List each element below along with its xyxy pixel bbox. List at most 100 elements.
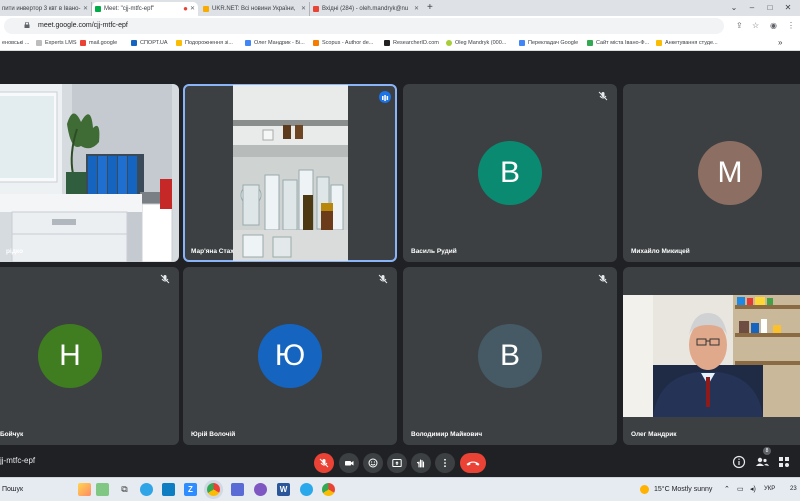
minimize-button[interactable]: – [742,0,762,16]
close-tab-icon[interactable]: ✕ [83,2,88,16]
bookmark-item[interactable]: mail.google [80,36,117,50]
telegram-icon[interactable] [300,483,313,496]
weather-sun-icon [640,485,649,494]
participant-tile[interactable]: Ю Юрій Волочій [183,267,397,445]
present-button[interactable] [387,453,407,473]
viber-icon[interactable] [254,483,267,496]
activities-icon[interactable] [776,454,792,470]
reactions-button[interactable] [363,453,383,473]
edge-icon[interactable] [140,483,153,496]
close-window-button[interactable]: ✕ [778,0,798,16]
researcherid-icon [384,40,390,46]
tab-search-icon[interactable]: ⌄ [724,0,744,16]
taskbar-search[interactable]: Пошук [2,478,23,501]
close-tab-icon[interactable]: ✕ [301,2,306,16]
avatar: М [698,141,762,205]
participant-name: Бойчук [0,431,24,438]
bookmark-label: Сайт міста Івано-Ф... [596,40,650,46]
menu-icon[interactable]: ⋮ [787,19,795,33]
tab-meet[interactable]: Meet: "cjj-mtfc-epf" ● ✕ [92,2,198,16]
bookmark-item[interactable]: Перекладач Google [519,36,578,50]
volume-icon[interactable]: ◂) [750,478,756,501]
mic-off-icon [319,458,329,468]
tab-title: UKR.NET: Всі новини України, [212,6,296,12]
tab-title: Meet: "cjj-mtfc-epf" [104,6,155,12]
close-tab-icon[interactable]: ✕ [414,2,419,16]
bookmark-item[interactable]: Сайт міста Івано-Ф... [587,36,649,50]
bookmark-item[interactable]: Подорожнення зі... [176,36,233,50]
chrome-icon[interactable] [207,483,220,496]
translate-icon [519,40,525,46]
close-tab-icon[interactable]: ✕ [190,2,195,16]
participant-name: Михайло Микицей [631,248,690,255]
orcid-icon [446,40,452,46]
participant-tile[interactable]: Мар'яна Стах [183,84,397,262]
people-icon[interactable] [754,454,770,470]
weather-text[interactable]: 15°C Mostly sunny [654,478,712,501]
language-indicator[interactable]: УКР [764,478,775,501]
maximize-button[interactable]: □ [760,0,780,16]
ukrnet-favicon-icon [203,6,209,12]
hang-up-icon [466,461,480,466]
tab-inverter[interactable]: пити инвертор 3 квт в Івано- ✕ [0,2,92,16]
participant-name: Володимир Майкович [411,431,483,438]
bookmark-icon [245,40,251,46]
meeting-details-icon[interactable] [731,454,747,470]
bookmarks-bar: еновські ... Experts LMS mail.google СПО… [0,36,800,51]
video-feed-office [0,84,179,262]
bookmark-item[interactable]: Experts LMS [36,36,76,50]
star-icon[interactable]: ☆ [752,19,759,33]
bookmark-item[interactable]: еновські ... [0,36,29,50]
gmail-icon [80,40,86,46]
share-icon[interactable]: ⇪ [736,19,743,33]
more-options-button[interactable] [435,453,455,473]
task-view-icon[interactable]: ⧉ [118,483,131,496]
participant-tile[interactable]: М Михайло Микицей [623,84,800,262]
bookmark-label: Подорожнення зі... [185,40,233,46]
pencil-icon [96,483,109,496]
participant-name: Василь Рудий [411,248,457,255]
bookmark-item[interactable]: Oleg Mandryk (000... [446,36,506,50]
browser-tab-strip: пити инвертор 3 квт в Івано- ✕ Meet: "cj… [0,0,800,16]
network-icon[interactable]: ▭ [737,478,744,501]
participant-tile[interactable]: рідко [0,84,179,262]
omnibox[interactable]: meet.google.com/cjj-mtfc-epf [4,18,724,34]
participant-tile[interactable]: В Володимир Майкович [403,267,617,445]
mic-toggle-button[interactable] [314,453,334,473]
store-icon[interactable] [162,483,175,496]
lock-icon [24,22,30,28]
search-highlight-icon [78,483,91,496]
more-vert-icon [444,458,446,468]
profile-icon[interactable]: ◉ [770,19,777,33]
camera-toggle-button[interactable] [339,453,359,473]
zoom-icon[interactable]: Z [184,483,197,496]
emoji-icon [368,458,378,468]
chrome-profile-icon[interactable] [322,483,335,496]
bookmark-label: Experts LMS [45,40,77,46]
leave-call-button[interactable] [460,453,486,473]
participant-tile[interactable]: Н Бойчук [0,267,179,445]
gmail-favicon-icon [313,6,319,12]
bookmark-label: Oleg Mandryk (000... [455,40,507,46]
new-tab-button[interactable]: + [427,1,433,15]
clock[interactable]: 23 [790,478,797,501]
bookmark-item[interactable]: ResearcherID.com [384,36,439,50]
mic-off-icon [378,274,388,284]
bookmark-item[interactable]: Олег Мандрик - Бі... [245,36,305,50]
tray-chevron-icon[interactable]: ⌃ [724,478,730,501]
participant-tile[interactable]: Олег Мандрик [623,267,800,445]
speaking-indicator-icon [379,91,391,103]
recording-dot-icon: ● [183,4,188,13]
more-bookmarks-icon[interactable]: » [778,36,782,50]
raise-hand-button[interactable] [411,453,431,473]
tab-gmail[interactable]: Вхідні (284) - oleh.mandryk@nu ✕ [310,2,422,16]
teams-icon[interactable] [231,483,244,496]
bookmark-item[interactable]: Scopus - Author de... [313,36,373,50]
word-icon[interactable]: W [277,483,290,496]
bookmark-item[interactable]: СПОРТ.UA [131,36,168,50]
bookmark-item[interactable]: Анкетування студе... [656,36,718,50]
participant-tile[interactable]: В Василь Рудий [403,84,617,262]
tab-ukrnet[interactable]: UKR.NET: Всі новини України, ✕ [200,2,310,16]
meet-stage: рідко Мар'яна Стах В Василь Рудий М Миха… [0,51,800,477]
meet-favicon-icon [95,6,101,12]
